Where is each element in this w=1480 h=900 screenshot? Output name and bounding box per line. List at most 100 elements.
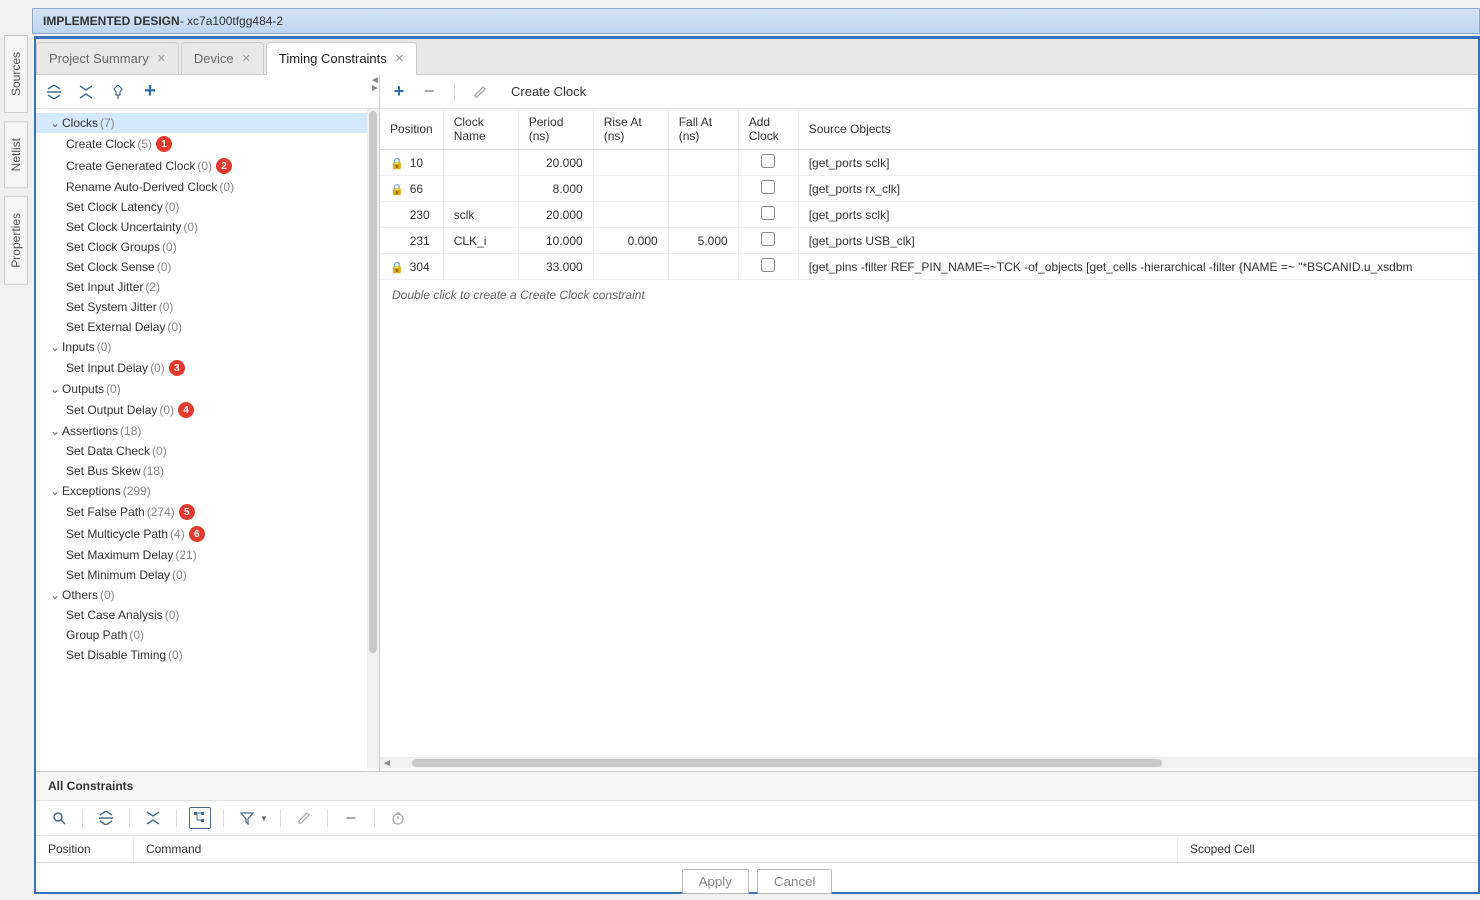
cell-rise <box>593 176 668 202</box>
expand-all-icon[interactable] <box>142 807 164 829</box>
tree-item[interactable]: Set Output Delay (0)4 <box>36 399 379 421</box>
cell-add-clock[interactable] <box>738 228 798 254</box>
add-icon[interactable]: + <box>140 82 160 102</box>
col-scoped-cell[interactable]: Scoped Cell <box>1178 836 1478 862</box>
table-row[interactable]: 🔒1020.000[get_ports sclk] <box>380 150 1478 176</box>
cell-source: [get_ports rx_clk] <box>798 176 1477 202</box>
checkbox[interactable] <box>761 206 775 220</box>
side-tab-sources[interactable]: Sources <box>4 35 28 113</box>
collapse-all-icon[interactable] <box>95 807 117 829</box>
side-tab-netlist[interactable]: Netlist <box>4 121 28 188</box>
edit-icon[interactable] <box>471 83 489 101</box>
column-header[interactable]: Rise At (ns) <box>593 109 668 150</box>
tree-group[interactable]: ⌄ Clocks (7) <box>36 113 379 133</box>
apply-button[interactable]: Apply <box>682 869 749 894</box>
close-icon[interactable]: ✕ <box>157 52 166 65</box>
bottom-toolbar: ▼ − <box>36 801 1478 836</box>
tree-item-label: Set Multicycle Path <box>66 527 168 541</box>
checkbox[interactable] <box>761 232 775 246</box>
expand-all-icon[interactable] <box>76 82 96 102</box>
checkbox[interactable] <box>761 258 775 272</box>
cell-fall: 5.000 <box>668 228 738 254</box>
tree-item[interactable]: Set System Jitter (0) <box>36 297 379 317</box>
search-icon[interactable] <box>48 807 70 829</box>
tree-item[interactable]: Set Bus Skew (18) <box>36 461 379 481</box>
tree-item[interactable]: Set Input Jitter (2) <box>36 277 379 297</box>
col-position[interactable]: Position <box>36 836 134 862</box>
tree-item[interactable]: Set Disable Timing (0) <box>36 645 379 665</box>
tree-view-icon[interactable] <box>189 807 211 829</box>
hint-text[interactable]: Double click to create a Create Clock co… <box>380 280 1478 310</box>
split-handle[interactable]: ◄► <box>370 77 380 93</box>
tree-item[interactable]: Set Data Check (0) <box>36 441 379 461</box>
close-icon[interactable]: ✕ <box>395 52 404 65</box>
side-tab-properties[interactable]: Properties <box>4 196 28 285</box>
checkbox[interactable] <box>761 154 775 168</box>
checkbox[interactable] <box>761 180 775 194</box>
chevron-down-icon: ⌄ <box>50 484 62 498</box>
tree-item[interactable]: Set Minimum Delay (0) <box>36 565 379 585</box>
tree-item[interactable]: Set Clock Groups (0) <box>36 237 379 257</box>
tree-item[interactable]: Set External Delay (0) <box>36 317 379 337</box>
tree-group[interactable]: ⌄ Inputs (0) <box>36 337 379 357</box>
cell-rise <box>593 202 668 228</box>
table-row[interactable]: 🔒230sclk20.000[get_ports sclk] <box>380 202 1478 228</box>
tab-timing-constraints[interactable]: Timing Constraints ✕ <box>266 42 417 75</box>
column-header[interactable]: Clock Name <box>443 109 518 150</box>
separator <box>454 83 455 101</box>
collapse-all-icon[interactable] <box>44 82 64 102</box>
tree-item[interactable]: Create Generated Clock (0)2 <box>36 155 379 177</box>
cell-add-clock[interactable] <box>738 150 798 176</box>
remove-constraint-icon[interactable]: − <box>420 83 438 101</box>
tab-device[interactable]: Device ✕ <box>181 42 264 74</box>
edit-icon[interactable] <box>293 807 315 829</box>
tree-group[interactable]: ⌄ Outputs (0) <box>36 379 379 399</box>
table-row[interactable]: 🔒30433.000[get_pins -filter REF_PIN_NAME… <box>380 254 1478 280</box>
tree-item[interactable]: Set Input Delay (0)3 <box>36 357 379 379</box>
cell-position: 🔒230 <box>380 202 443 228</box>
filter-icon[interactable] <box>236 807 258 829</box>
tree-group-count: (0) <box>97 340 112 354</box>
table-row[interactable]: 🔒231CLK_i10.0000.0005.000[get_ports USB_… <box>380 228 1478 254</box>
tab-project-summary[interactable]: Project Summary ✕ <box>36 42 179 74</box>
tree-item[interactable]: Set Multicycle Path (4)6 <box>36 523 379 545</box>
timer-icon[interactable] <box>387 807 409 829</box>
horizontal-scrollbar[interactable]: ◄ <box>380 757 1478 769</box>
cell-add-clock[interactable] <box>738 254 798 280</box>
cancel-button[interactable]: Cancel <box>757 869 833 894</box>
column-header[interactable]: Position <box>380 109 443 150</box>
tree-item[interactable]: Rename Auto-Derived Clock (0) <box>36 177 379 197</box>
column-header[interactable]: Period (ns) <box>518 109 593 150</box>
cell-period: 20.000 <box>518 150 593 176</box>
split-container: + ⌄ Clocks (7)Create Clock (5)1Create Ge… <box>36 75 1478 771</box>
col-command[interactable]: Command <box>134 836 1178 862</box>
tree-group[interactable]: ⌄ Exceptions (299) <box>36 481 379 501</box>
tree-item[interactable]: Set Clock Latency (0) <box>36 197 379 217</box>
tree-scroll[interactable]: ⌄ Clocks (7)Create Clock (5)1Create Gene… <box>36 109 379 771</box>
tree-item-label: Set Disable Timing <box>66 648 166 662</box>
tree-item-count: (4) <box>170 527 185 541</box>
cell-add-clock[interactable] <box>738 202 798 228</box>
vertical-scrollbar[interactable] <box>367 109 379 769</box>
tree-group[interactable]: ⌄ Assertions (18) <box>36 421 379 441</box>
column-header[interactable]: Source Objects <box>798 109 1477 150</box>
tree-item-label: Set Clock Sense <box>66 260 155 274</box>
tree-item[interactable]: Set False Path (274)5 <box>36 501 379 523</box>
close-icon[interactable]: ✕ <box>242 52 251 65</box>
tree-item-label: Group Path <box>66 628 127 642</box>
tree-item[interactable]: Set Maximum Delay (21) <box>36 545 379 565</box>
cell-add-clock[interactable] <box>738 176 798 202</box>
tree-item[interactable]: Set Clock Uncertainty (0) <box>36 217 379 237</box>
tree-item[interactable]: Set Clock Sense (0) <box>36 257 379 277</box>
tree-group[interactable]: ⌄ Others (0) <box>36 585 379 605</box>
tree-item[interactable]: Group Path (0) <box>36 625 379 645</box>
pin-icon[interactable] <box>108 82 128 102</box>
tree-item-count: (0) <box>168 648 183 662</box>
add-constraint-icon[interactable]: + <box>390 83 408 101</box>
column-header[interactable]: Add Clock <box>738 109 798 150</box>
table-row[interactable]: 🔒668.000[get_ports rx_clk] <box>380 176 1478 202</box>
tree-item[interactable]: Set Case Analysis (0) <box>36 605 379 625</box>
tree-item[interactable]: Create Clock (5)1 <box>36 133 379 155</box>
remove-icon[interactable]: − <box>340 807 362 829</box>
column-header[interactable]: Fall At (ns) <box>668 109 738 150</box>
